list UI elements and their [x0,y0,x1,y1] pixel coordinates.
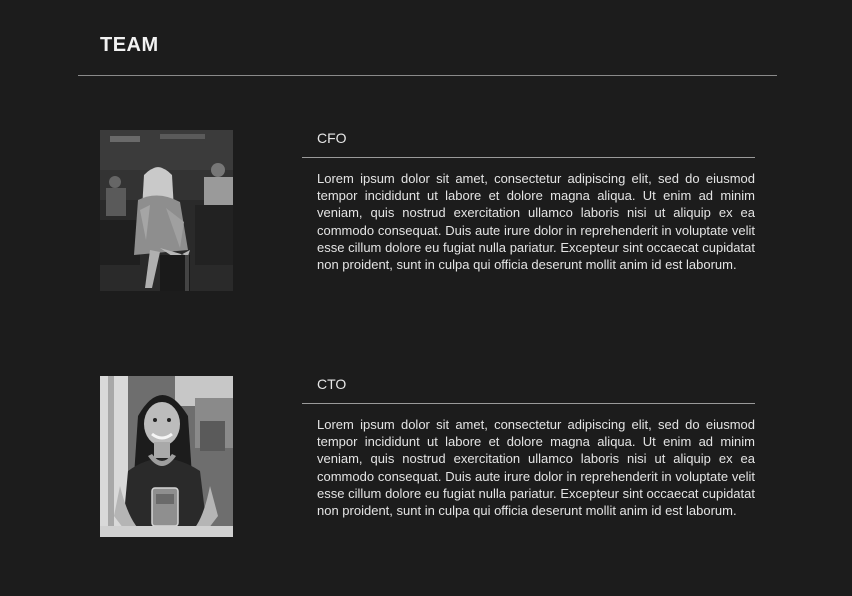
member-photo [100,376,233,537]
role-divider [302,403,755,404]
member-bio: Lorem ipsum dolor sit amet, consectetur … [317,171,755,273]
member-bio: Lorem ipsum dolor sit amet, consectetur … [317,417,755,519]
member-role: CFO [317,130,347,146]
role-divider [302,157,755,158]
member-role: CTO [317,376,347,392]
team-member-cto: CTO Lorem ipsum dolor sit amet, consecte… [0,376,852,546]
page-title: TEAM [100,34,159,56]
member-photo [100,130,233,291]
header-divider [78,75,777,76]
team-member-cfo: CFO Lorem ipsum dolor sit amet, consecte… [0,130,852,300]
